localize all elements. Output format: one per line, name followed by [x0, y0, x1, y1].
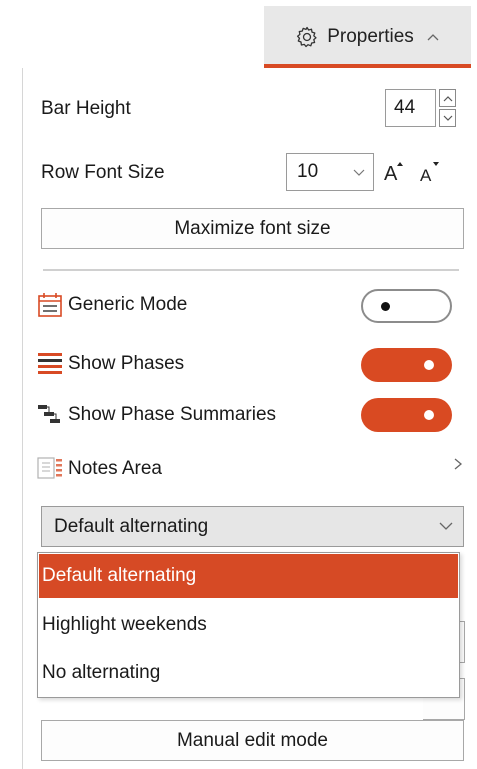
generic-mode-icon	[37, 292, 63, 318]
show-phases-label: Show Phases	[68, 353, 185, 374]
toggle-knob	[381, 302, 390, 311]
bar-height-label: Bar Height	[41, 98, 131, 119]
svg-text:A: A	[420, 166, 432, 185]
chevron-down-icon	[439, 518, 453, 535]
row-font-size-select[interactable]: 10	[286, 153, 374, 191]
show-phase-summaries-label: Show Phase Summaries	[68, 404, 277, 425]
properties-panel: Bar Height 44 Row Font Size 10 A A Maxim…	[22, 68, 477, 769]
increase-font-button[interactable]: A	[380, 156, 408, 186]
chevron-up-icon	[426, 29, 440, 46]
phases-icon	[37, 350, 63, 376]
dropdown-option[interactable]: Highlight weekends	[38, 601, 459, 649]
notes-area-icon	[37, 455, 63, 481]
generic-mode-label: Generic Mode	[68, 294, 188, 315]
font-decrease-icon: A	[420, 162, 439, 185]
decrease-font-button[interactable]: A	[416, 156, 444, 186]
notes-area-label[interactable]: Notes Area	[68, 458, 162, 480]
toggle-knob	[424, 360, 434, 370]
row-font-size-value: 10	[297, 161, 319, 182]
stepper-down-button[interactable]	[439, 109, 456, 127]
dropdown-option[interactable]: Default alternating	[39, 554, 458, 598]
toggle-knob	[424, 410, 434, 420]
manual-edit-mode-button[interactable]: Manual edit mode	[41, 720, 464, 761]
generic-mode-toggle[interactable]	[361, 289, 452, 323]
tab-properties[interactable]: Properties	[264, 6, 471, 68]
bar-height-input[interactable]: 44	[385, 89, 436, 127]
tab-properties-label: Properties	[327, 26, 414, 47]
alternating-dropdown-list: Default alternating Highlight weekends N…	[37, 552, 460, 698]
tab-bar: Properties	[0, 0, 477, 68]
stepper-up-button[interactable]	[439, 89, 456, 107]
show-phases-toggle[interactable]	[361, 348, 452, 382]
alternating-select[interactable]: Default alternating	[41, 506, 464, 547]
bar-height-value: 44	[394, 97, 416, 118]
gear-icon	[295, 25, 319, 49]
chevron-right-icon[interactable]	[453, 456, 463, 476]
row-font-size-label: Row Font Size	[41, 162, 165, 183]
dropdown-option[interactable]: No alternating	[38, 649, 459, 697]
phase-summaries-icon	[37, 401, 63, 427]
font-increase-icon: A	[384, 162, 403, 185]
alternating-selected-value: Default alternating	[54, 515, 209, 537]
show-phase-summaries-toggle[interactable]	[361, 398, 452, 432]
divider	[43, 269, 459, 271]
svg-text:A: A	[384, 163, 398, 185]
maximize-font-size-button[interactable]: Maximize font size	[41, 208, 464, 249]
chevron-down-icon	[353, 164, 365, 180]
bar-height-stepper	[439, 89, 456, 127]
